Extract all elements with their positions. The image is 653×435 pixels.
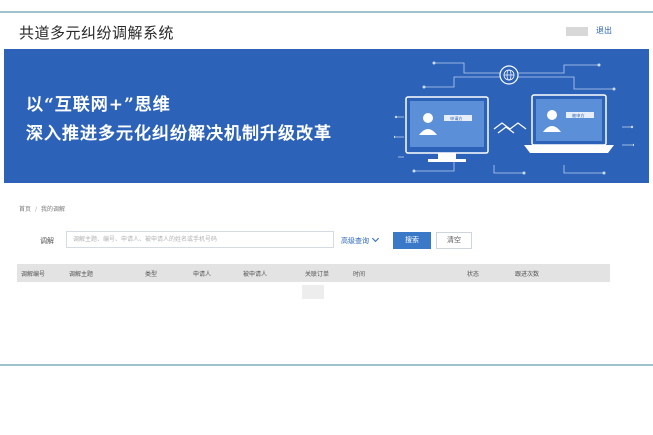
- bottom-divider: [0, 364, 653, 366]
- search-input[interactable]: [66, 231, 334, 248]
- breadcrumb-separator: /: [35, 206, 38, 213]
- breadcrumb: 首页 / 我的调解: [19, 204, 65, 213]
- column-header-subject[interactable]: 调解主题: [69, 269, 93, 278]
- clear-button[interactable]: 清空: [436, 232, 472, 249]
- column-header-time[interactable]: 时间: [353, 269, 365, 278]
- username-placeholder: [566, 27, 588, 36]
- app-header: 共道多元纠纷调解系统 退出: [0, 13, 653, 49]
- online-mediation-illustration: 申请方 被申方: [394, 61, 634, 175]
- right-laptop-icon: 被申方: [524, 94, 614, 153]
- chevron-down-icon: [371, 234, 380, 243]
- column-header-case-number[interactable]: 调解编号: [21, 269, 45, 278]
- hero-banner: 以“互联网+”思维 深入推进多元化纠纷解决机制升级改革 申请方 被申方: [4, 49, 649, 183]
- breadcrumb-current: 我的调解: [41, 206, 66, 213]
- table-empty-placeholder: [302, 285, 324, 299]
- column-header-type[interactable]: 类型: [145, 269, 157, 278]
- column-header-related-order[interactable]: 关联订单: [305, 269, 329, 278]
- column-header-respondent[interactable]: 被申请人: [243, 269, 267, 278]
- search-button[interactable]: 搜索: [393, 232, 431, 249]
- banner-slogan-line1: 以“互联网+”思维: [26, 95, 171, 115]
- breadcrumb-home[interactable]: 首页: [19, 206, 31, 213]
- logout-link[interactable]: 退出: [596, 25, 612, 36]
- column-header-follow-ups[interactable]: 跟进次数: [515, 269, 539, 278]
- app-title: 共道多元纠纷调解系统: [19, 24, 175, 42]
- svg-text:申请方: 申请方: [450, 115, 463, 122]
- table-header-row: 调解编号 调解主题 类型 申请人 被申请人 关联订单 时间 状态 跟进次数: [17, 264, 610, 282]
- svg-text:被申方: 被申方: [572, 112, 585, 119]
- handshake-icon: [493, 122, 527, 134]
- banner-slogan-line2: 深入推进多元化纠纷解决机制升级改革: [26, 124, 332, 144]
- globe-icon: [499, 65, 519, 85]
- advanced-search-toggle[interactable]: 高级查询: [341, 234, 380, 246]
- advanced-search-label: 高级查询: [341, 237, 369, 245]
- search-label: 调解: [40, 237, 54, 245]
- column-header-applicant[interactable]: 申请人: [193, 269, 211, 278]
- column-header-status[interactable]: 状态: [467, 269, 479, 278]
- left-monitor-icon: 申请方: [405, 96, 489, 162]
